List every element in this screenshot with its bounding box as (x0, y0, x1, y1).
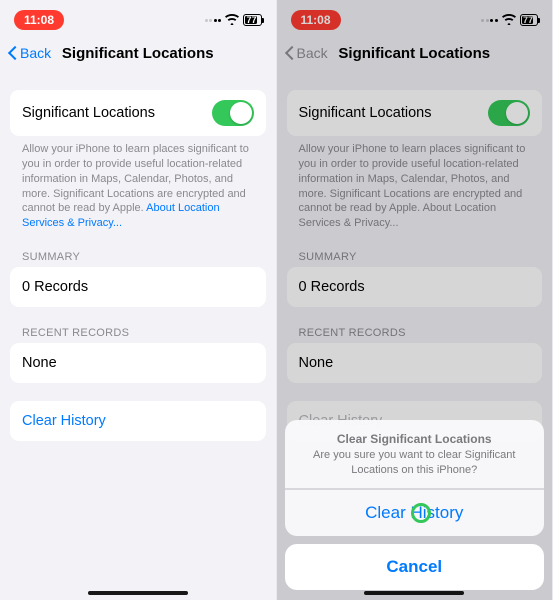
toggle-label: Significant Locations (22, 105, 155, 121)
sheet-cancel-button[interactable]: Cancel (285, 544, 545, 590)
toggle-label: Significant Locations (299, 105, 432, 121)
clear-history-button[interactable]: Clear History (10, 401, 266, 441)
sheet-confirm-button[interactable]: Clear History (285, 489, 545, 536)
screen-normal: 11:08 77 Back Significant Locations Sign… (0, 0, 277, 600)
recent-row[interactable]: None (10, 343, 266, 383)
recent-value: None (22, 355, 57, 371)
sheet-message: Are you sure you want to clear Significa… (301, 448, 529, 478)
battery-icon: 77 (243, 14, 261, 26)
recent-row: None (287, 343, 543, 383)
recent-value: None (299, 355, 334, 371)
recent-header: RECENT RECORDS (10, 327, 266, 343)
cellular-icon (205, 19, 222, 22)
summary-row: 0 Records (287, 267, 543, 307)
toggle-row-significant-locations: Significant Locations (287, 90, 543, 136)
back-label: Back (297, 45, 328, 61)
chevron-left-icon (285, 45, 295, 61)
sheet-header: Clear Significant Locations Are you sure… (285, 420, 545, 489)
chevron-left-icon (8, 45, 18, 61)
toggle-switch[interactable] (212, 100, 254, 126)
summary-header: SUMMARY (10, 251, 266, 267)
summary-header: SUMMARY (287, 251, 543, 267)
status-time: 11:08 (14, 10, 64, 30)
toggle-row-significant-locations[interactable]: Significant Locations (10, 90, 266, 136)
recent-header: RECENT RECORDS (287, 327, 543, 343)
status-time: 11:08 (291, 10, 341, 30)
nav-bar: Back Significant Locations (0, 34, 276, 72)
cellular-icon (481, 19, 498, 22)
home-indicator (88, 591, 188, 595)
summary-value: 0 Records (299, 279, 365, 295)
footer-text: Allow your iPhone to learn places signif… (287, 136, 543, 231)
toggle-switch (488, 100, 530, 126)
nav-bar: Back Significant Locations (277, 34, 553, 72)
action-sheet: Clear Significant Locations Are you sure… (285, 420, 545, 590)
summary-value: 0 Records (22, 279, 88, 295)
back-button: Back (285, 45, 328, 61)
back-button[interactable]: Back (8, 45, 51, 61)
status-bar: 11:08 77 (0, 0, 276, 34)
home-indicator (364, 591, 464, 595)
content: Significant Locations Allow your iPhone … (0, 72, 276, 600)
status-bar: 11:08 77 (277, 0, 553, 34)
battery-icon: 77 (520, 14, 538, 26)
wifi-icon (225, 14, 239, 27)
footer-text: Allow your iPhone to learn places signif… (10, 136, 266, 231)
summary-row[interactable]: 0 Records (10, 267, 266, 307)
sheet-title: Clear Significant Locations (301, 432, 529, 446)
back-label: Back (20, 45, 51, 61)
wifi-icon (502, 14, 516, 27)
screen-confirm-dialog: 11:08 77 Back Significant Locations Sign… (277, 0, 553, 600)
